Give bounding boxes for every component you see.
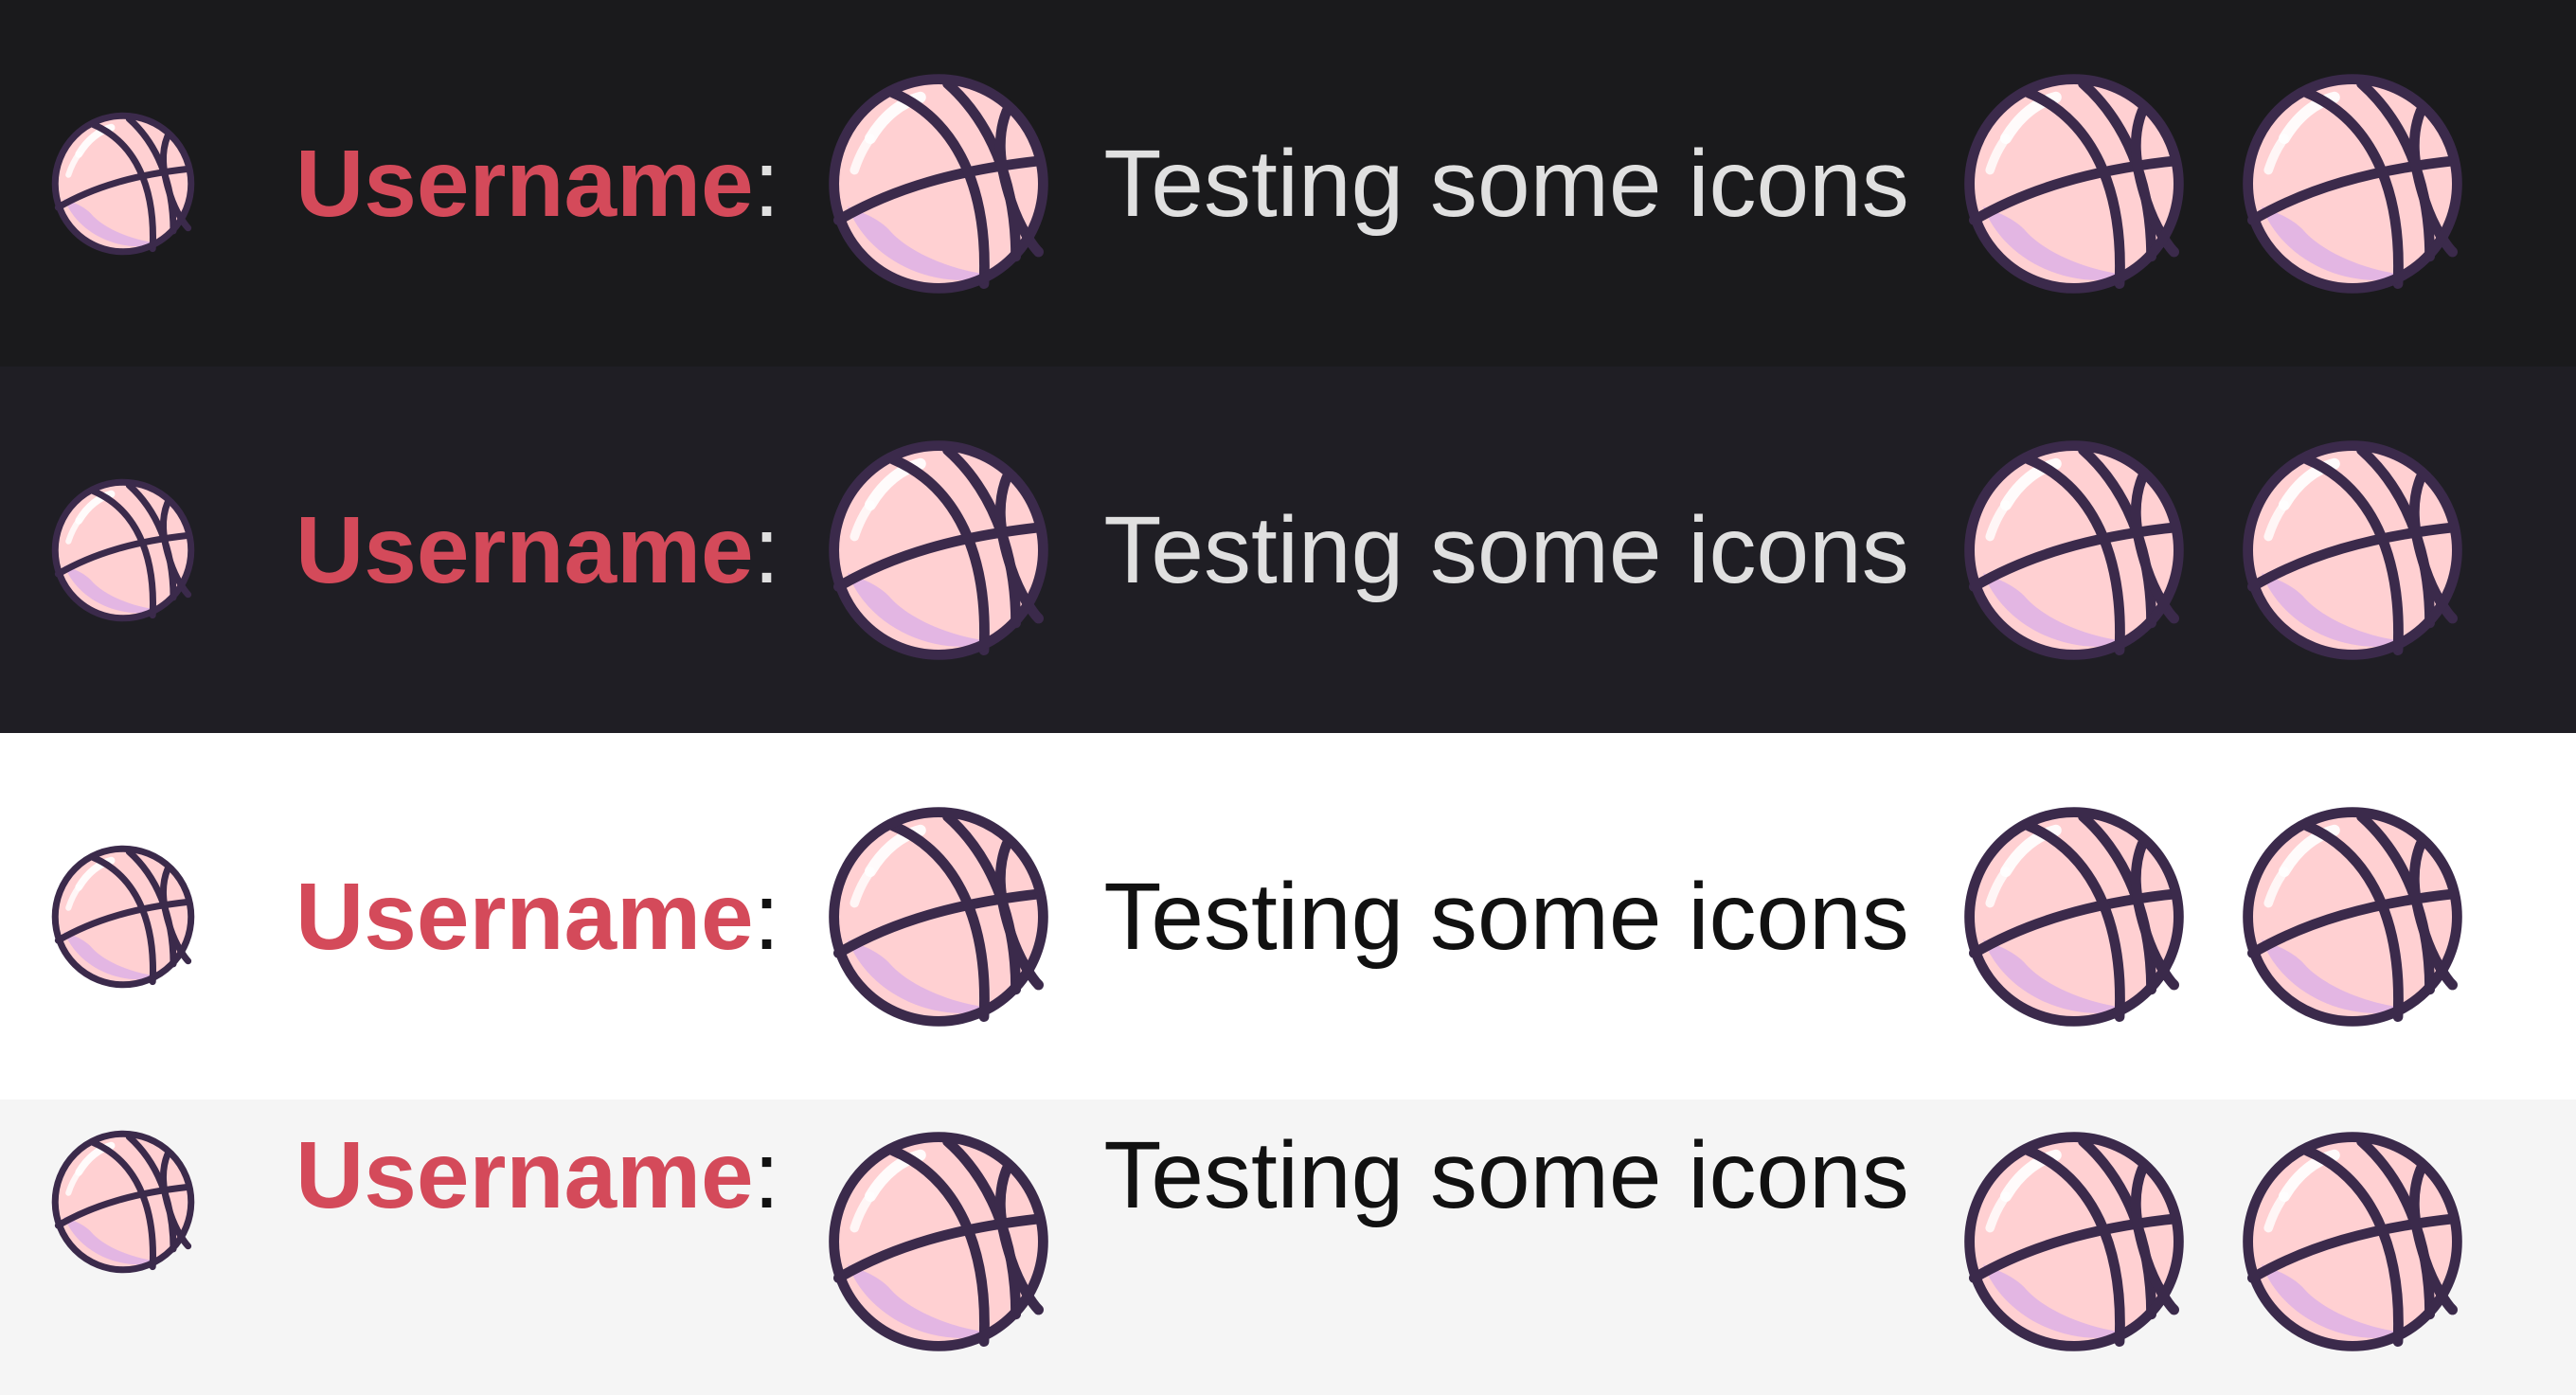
chat-preview: Username: Testing some icons Username: … bbox=[0, 0, 2576, 1395]
chat-message-row-dark: Username: Testing some icons bbox=[0, 0, 2576, 367]
chat-message-row-light-alt: Username: Testing some icons bbox=[0, 1100, 2576, 1395]
message-text: Testing some icons bbox=[1103, 496, 1909, 603]
basketball-icon bbox=[49, 843, 197, 991]
message-text: Testing some icons bbox=[1103, 1122, 1909, 1228]
username[interactable]: Username bbox=[295, 136, 754, 231]
basketball-icon bbox=[49, 110, 197, 258]
basketball-icon bbox=[49, 1128, 197, 1276]
basketball-icon bbox=[2239, 1128, 2466, 1355]
basketball-icon bbox=[1960, 803, 2188, 1030]
basketball-icon bbox=[825, 1128, 1052, 1355]
basketball-icon bbox=[2239, 437, 2466, 664]
basketball-icon bbox=[825, 70, 1052, 297]
chat-message-row-light: Username: Testing some icons bbox=[0, 733, 2576, 1100]
basketball-icon bbox=[49, 476, 197, 624]
basketball-icon bbox=[825, 437, 1052, 664]
username[interactable]: Username bbox=[295, 869, 754, 964]
username[interactable]: Username bbox=[295, 1128, 754, 1223]
basketball-icon bbox=[1960, 70, 2188, 297]
username-separator: : bbox=[753, 863, 780, 970]
username[interactable]: Username bbox=[295, 503, 754, 598]
basketball-icon bbox=[2239, 70, 2466, 297]
basketball-icon bbox=[825, 803, 1052, 1030]
username-separator: : bbox=[753, 130, 780, 237]
basketball-icon bbox=[1960, 1128, 2188, 1355]
message-text: Testing some icons bbox=[1103, 130, 1909, 237]
basketball-icon bbox=[2239, 803, 2466, 1030]
message-text: Testing some icons bbox=[1103, 863, 1909, 970]
username-separator: : bbox=[753, 496, 780, 603]
username-separator: : bbox=[753, 1122, 780, 1228]
basketball-icon bbox=[1960, 437, 2188, 664]
chat-message-row-dark-alt: Username: Testing some icons bbox=[0, 367, 2576, 733]
